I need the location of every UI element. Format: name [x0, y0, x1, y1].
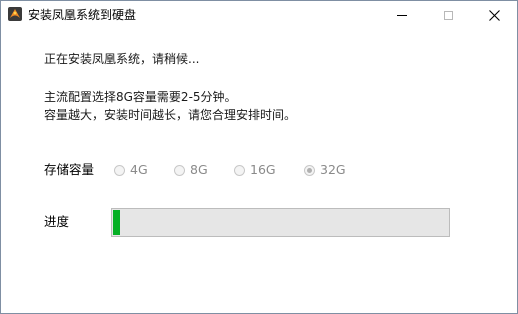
maximize-button	[425, 1, 471, 29]
minimize-icon	[397, 14, 407, 16]
radio-32g: 32G	[304, 162, 346, 178]
radio-label: 4G	[130, 162, 148, 177]
radio-label: 32G	[320, 162, 346, 177]
radio-circle	[234, 164, 245, 176]
radio-8g: 8G	[174, 162, 208, 178]
minimize-button[interactable]	[379, 1, 425, 29]
info-line-2: 容量越大，安装时间越长，请您合理安排时间。	[44, 108, 297, 122]
phoenix-os-icon	[8, 7, 22, 21]
radio-16g: 16G	[234, 162, 276, 178]
radio-circle	[174, 164, 185, 176]
installer-window: 安装凤凰系统到硬盘 正在安装凤凰系统，请稍候... 主流配置选择8G容量需要2-…	[0, 0, 518, 314]
progress-bar	[111, 208, 450, 237]
title-bar[interactable]: 安装凤凰系统到硬盘	[1, 1, 517, 29]
close-icon	[488, 9, 500, 21]
progress-fill	[113, 210, 120, 235]
maximize-icon	[443, 10, 453, 20]
radio-4g: 4G	[114, 162, 148, 178]
close-button[interactable]	[471, 1, 517, 29]
window-title: 安装凤凰系统到硬盘	[28, 8, 137, 22]
radio-label: 16G	[250, 162, 276, 177]
radio-label: 8G	[190, 162, 208, 177]
radio-circle	[114, 164, 125, 176]
radio-circle	[304, 164, 315, 176]
status-text: 正在安装凤凰系统，请稍候...	[44, 52, 200, 66]
progress-label: 进度	[44, 214, 70, 229]
info-line-1: 主流配置选择8G容量需要2-5分钟。	[44, 90, 237, 104]
storage-capacity-label: 存储容量	[44, 162, 95, 177]
